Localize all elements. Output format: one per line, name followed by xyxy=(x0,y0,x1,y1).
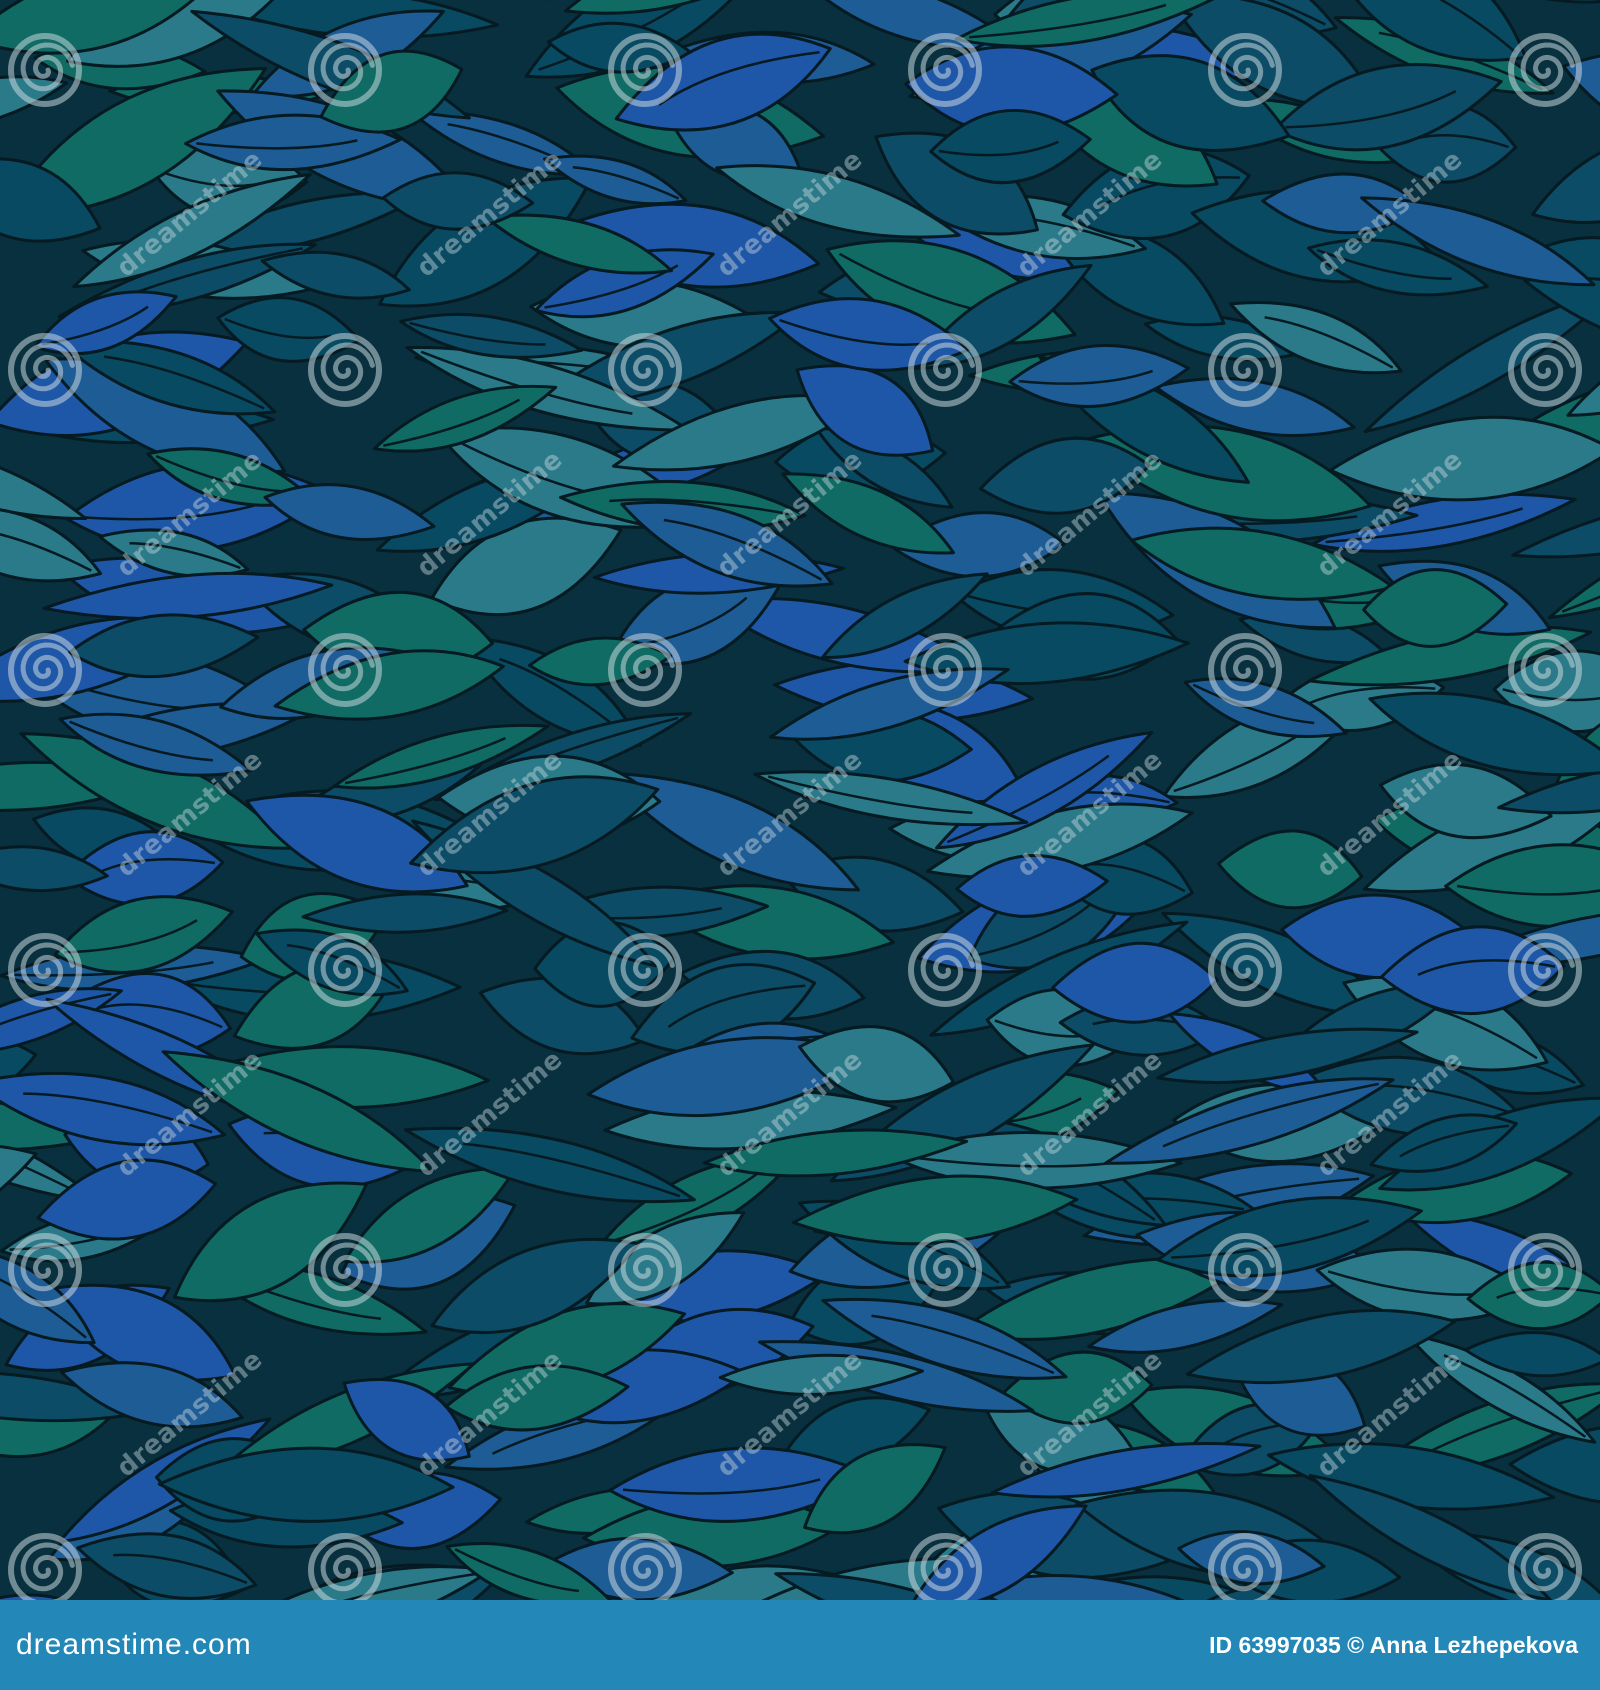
leaf-pattern-artwork: dreamstime dreamstime dreamstime dreamstime… xyxy=(0,0,1600,1600)
stock-footer-bar: dreamstime.com ID 63997035 © Anna Lezhep… xyxy=(0,1600,1600,1690)
leaf-pattern-svg: dreamstimedreamstimedreamstimedreamstime… xyxy=(0,0,1600,1600)
image-credit: ID 63997035 © Anna Lezhepekova xyxy=(1209,1631,1578,1658)
dreamstime-logo-text[interactable]: dreamstime.com xyxy=(16,1628,252,1662)
stock-image-page: dreamstime dreamstime dreamstime dreamstime… xyxy=(0,0,1600,1690)
